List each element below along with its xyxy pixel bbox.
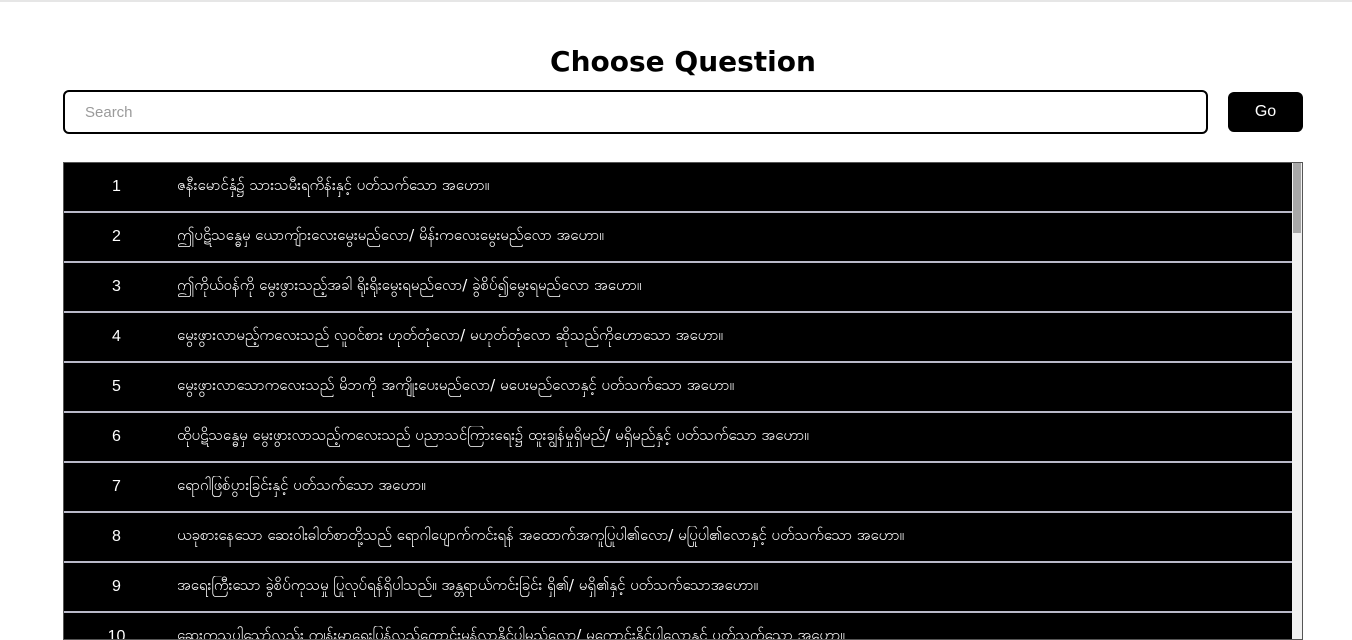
question-row-7[interactable]: 7 ရောဂါဖြစ်ပွားခြင်းနှင့် ပတ်သက်သော အဟော… bbox=[64, 463, 1293, 513]
question-text: မွေးဖွားလာမည့်ကလေးသည် လူဝင်စား ဟုတ်တုံလေ… bbox=[177, 326, 723, 344]
question-row-3[interactable]: 3 ဤကိုယ်ဝန်ကို မွေးဖွားသည့်အခါ ရိုးရိုးမ… bbox=[64, 263, 1293, 313]
question-number: 10 bbox=[107, 628, 126, 640]
question-row-8[interactable]: 8 ယခုစားနေသော ဆေးဝါးဓါတ်စာတို့သည် ရောဂါပ… bbox=[64, 513, 1293, 563]
question-text: ယခုစားနေသော ဆေးဝါးဓါတ်စာတို့သည် ရောဂါပျေ… bbox=[177, 526, 905, 544]
search-input[interactable] bbox=[63, 90, 1208, 134]
question-row-9[interactable]: 9 အရေးကြီးသော ခွဲစိပ်ကုသမှု ပြုလုပ်ရန်ရှ… bbox=[64, 563, 1293, 613]
top-divider bbox=[0, 0, 1352, 2]
question-text: အရေးကြီးသော ခွဲစိပ်ကုသမှု ပြုလုပ်ရန်ရှိပ… bbox=[177, 576, 758, 594]
question-list[interactable]: 1 ဇနီးမောင်နှံ၌ သားသမီးရကိန်းနှင့် ပတ်သက… bbox=[63, 162, 1303, 640]
question-number: 7 bbox=[112, 478, 121, 495]
question-number: 8 bbox=[112, 528, 121, 545]
scrollbar-thumb[interactable] bbox=[1293, 163, 1301, 233]
question-text: ဆေးကုသပါသော်လည်း ကျန်းမာရေးပြန်လည်ကောင်း… bbox=[177, 626, 845, 640]
question-text: ဤပဋိသန္ဓေမှ ယောကျ်ားလေးမွေးမည်လော/ မိန်း… bbox=[177, 226, 604, 244]
go-button[interactable]: Go bbox=[1228, 92, 1303, 132]
question-row-2[interactable]: 2 ဤပဋိသန္ဓေမှ ယောကျ်ားလေးမွေးမည်လော/ မိန… bbox=[64, 213, 1293, 263]
list-scrollbar[interactable] bbox=[1292, 163, 1302, 639]
question-number: 1 bbox=[112, 178, 121, 195]
question-row-6[interactable]: 6 ထိုပဋိသန္ဓေမှ မွေးဖွားလာသည့်ကလေးသည် ပည… bbox=[64, 413, 1293, 463]
question-number: 6 bbox=[112, 428, 121, 445]
question-row-5[interactable]: 5 မွေးဖွားလာသောကလေးသည် မိဘကို အကျိုးပေးမ… bbox=[64, 363, 1293, 413]
question-number: 5 bbox=[112, 378, 121, 395]
question-number: 2 bbox=[112, 228, 121, 245]
question-text: ဤကိုယ်ဝန်ကို မွေးဖွားသည့်အခါ ရိုးရိုးမွေ… bbox=[177, 276, 642, 294]
question-number: 3 bbox=[112, 278, 121, 295]
question-number: 9 bbox=[112, 578, 121, 595]
question-row-10[interactable]: 10 ဆေးကုသပါသော်လည်း ကျန်းမာရေးပြန်လည်ကော… bbox=[64, 613, 1293, 640]
question-rows: 1 ဇနီးမောင်နှံ၌ သားသမီးရကိန်းနှင့် ပတ်သက… bbox=[64, 163, 1293, 640]
question-number: 4 bbox=[112, 328, 121, 345]
question-text: မွေးဖွားလာသောကလေးသည် မိဘကို အကျိုးပေးမည်… bbox=[177, 376, 734, 394]
question-text: ဇနီးမောင်နှံ၌ သားသမီးရကိန်းနှင့် ပတ်သက်သ… bbox=[177, 176, 490, 194]
page-title: Choose Question bbox=[550, 45, 816, 78]
question-row-4[interactable]: 4 မွေးဖွားလာမည့်ကလေးသည် လူဝင်စား ဟုတ်တုံ… bbox=[64, 313, 1293, 363]
question-text: ထိုပဋိသန္ဓေမှ မွေးဖွားလာသည့်ကလေးသည် ပညာသ… bbox=[177, 426, 809, 444]
question-row-1[interactable]: 1 ဇနီးမောင်နှံ၌ သားသမီးရကိန်းနှင့် ပတ်သက… bbox=[64, 163, 1293, 213]
question-text: ရောဂါဖြစ်ပွားခြင်းနှင့် ပတ်သက်သော အဟော။ bbox=[177, 476, 426, 494]
